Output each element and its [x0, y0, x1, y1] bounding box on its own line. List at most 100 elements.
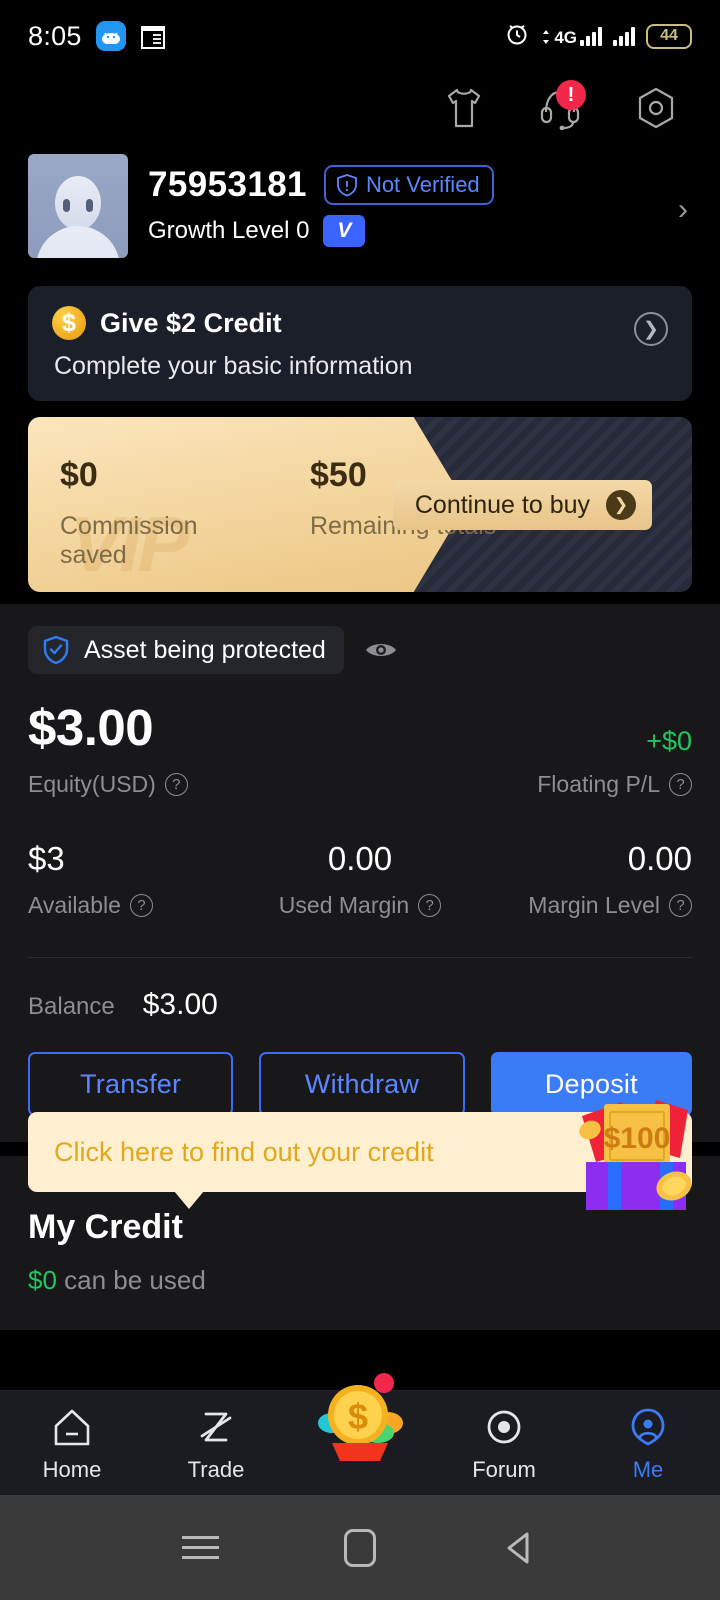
my-credit-section: Click here to find out your credit $100 … — [0, 1100, 720, 1330]
withdraw-button[interactable]: Withdraw — [259, 1052, 465, 1116]
status-time: 8:05 — [28, 20, 82, 51]
person-icon — [626, 1404, 670, 1448]
divider — [28, 957, 692, 958]
metric-value: 0.00 — [627, 840, 692, 877]
balance-value: $3.00 — [142, 988, 218, 1021]
asset-protect-row: Asset being protected — [28, 626, 692, 674]
help-icon[interactable]: ? — [418, 894, 442, 917]
status-bar-left: 8:05 — [28, 21, 166, 52]
nav-label: Home — [42, 1456, 102, 1482]
alarm-icon — [504, 21, 530, 52]
signal-4g-icon: 4G — [541, 26, 602, 47]
metric-label: Used Margin — [278, 892, 410, 918]
user-id: 75953181 — [148, 165, 307, 204]
verification-label: Not Verified — [365, 172, 480, 197]
nav-label: Me — [632, 1456, 664, 1482]
floating-pl-value: +$0 — [646, 726, 692, 756]
give-credit-title-row: $ Give $2 Credit — [52, 306, 670, 340]
svg-text:$: $ — [348, 1396, 368, 1437]
home-square-icon[interactable] — [336, 1524, 384, 1572]
nav-label: Forum — [472, 1456, 536, 1482]
metric-label-wrap: Margin Level ? — [471, 892, 692, 919]
continue-to-buy-button[interactable]: Continue to buy ❯ — [392, 479, 652, 530]
verification-status-badge[interactable]: Not Verified — [323, 165, 494, 205]
vip-badge[interactable]: V — [323, 215, 366, 247]
asset-protected-label: Asset being protected — [84, 635, 326, 664]
continue-to-buy-label: Continue to buy — [414, 490, 590, 519]
vip-stat1-value: $0 — [60, 456, 98, 494]
growth-level-label: Growth Level 0 — [148, 217, 310, 244]
home-icon — [50, 1404, 94, 1448]
shield-alert-icon — [337, 174, 357, 197]
help-icon[interactable]: ? — [129, 894, 153, 917]
vip-stat-commission: $0 Commission saved — [28, 417, 250, 570]
metric-label: Margin Level — [528, 892, 660, 918]
signal-bars-icon — [613, 26, 635, 46]
hexagon-settings-icon[interactable] — [632, 84, 680, 132]
status-bar-right: 4G 44 — [504, 21, 692, 52]
shield-check-icon — [43, 635, 69, 665]
profile-growth-row: Growth Level 0 V — [148, 215, 494, 247]
nav-label: Trade — [187, 1456, 245, 1482]
tshirt-icon[interactable] — [440, 84, 488, 132]
chevron-right-icon[interactable]: › — [678, 193, 688, 227]
floating-pl-label-wrap: Floating P/L ? — [537, 771, 692, 798]
give-credit-subtitle: Complete your basic information — [54, 352, 413, 380]
battery-icon: 44 — [646, 23, 692, 49]
vip-banner[interactable]: VIP $0 Commission saved $50 Remaining to… — [28, 417, 692, 592]
transfer-button[interactable]: Transfer — [28, 1052, 234, 1116]
metrics-row: $3 Available ? 0.00 Used Margin ? 0.00 M… — [28, 840, 692, 919]
nav-item-rewards[interactable]: $ — [288, 1372, 432, 1461]
chevron-circle-right-icon[interactable]: ❯ — [634, 312, 668, 346]
recents-icon[interactable] — [176, 1524, 224, 1572]
eye-icon[interactable] — [364, 638, 398, 662]
nav-item-forum[interactable]: Forum — [432, 1404, 576, 1483]
help-icon[interactable]: ? — [668, 894, 692, 917]
metric-used-margin: 0.00 Used Margin ? — [249, 840, 470, 919]
bottom-navigation: Home Trade $ Forum Me — [0, 1372, 720, 1495]
arrow-circle-right-icon: ❯ — [606, 489, 636, 520]
android-navigation-bar — [0, 1495, 720, 1600]
give-credit-title: Give $2 Credit — [100, 307, 282, 338]
forum-icon — [482, 1404, 526, 1448]
notepad-icon — [140, 23, 166, 50]
floating-pl-label: Floating P/L — [537, 771, 660, 797]
gift-box-icon[interactable]: $100 — [560, 1090, 710, 1218]
equity-label-row: Equity(USD) ? Floating P/L ? — [28, 771, 692, 798]
metric-margin-level: 0.00 Margin Level ? — [471, 840, 692, 919]
profile-section[interactable]: 75953181 Not Verified Growth Level 0 V › — [0, 144, 720, 276]
headset-support-icon[interactable]: ! — [536, 80, 586, 132]
balance-row: Balance $3.00 — [28, 988, 692, 1022]
svg-text:$100: $100 — [604, 1122, 671, 1155]
metric-available: $3 Available ? — [28, 840, 249, 919]
notification-badge: ! — [556, 80, 586, 110]
balance-label: Balance — [28, 993, 115, 1020]
my-credit-amount: $0 — [28, 1265, 57, 1295]
status-bar: 8:05 4G 44 — [0, 0, 720, 72]
nav-item-trade[interactable]: Trade — [144, 1404, 288, 1483]
equity-row: $3.00 +$0 — [28, 698, 692, 757]
profile-text: 75953181 Not Verified Growth Level 0 V — [148, 165, 494, 247]
network-type-label: 4G — [554, 27, 577, 47]
trade-icon — [194, 1404, 238, 1448]
my-credit-sub: $0 can be used — [28, 1265, 692, 1296]
nav-item-me[interactable]: Me — [576, 1404, 720, 1483]
metric-value: $3 — [28, 840, 65, 877]
credit-tooltip-label: Click here to find out your credit — [54, 1136, 434, 1167]
back-triangle-icon[interactable] — [496, 1524, 544, 1572]
help-icon[interactable]: ? — [669, 773, 692, 796]
asset-protected-badge: Asset being protected — [28, 626, 344, 674]
metric-value: 0.00 — [327, 840, 393, 877]
metric-label-wrap: Used Margin ? — [249, 892, 470, 919]
give-credit-card[interactable]: $ Give $2 Credit Complete your basic inf… — [28, 286, 692, 401]
vip-stat1-label: Commission saved — [60, 512, 198, 570]
my-credit-suffix: can be used — [56, 1265, 206, 1295]
metric-label-wrap: Available ? — [28, 892, 249, 919]
coin-plant-icon: $ — [308, 1365, 412, 1461]
equity-value: $3.00 — [28, 699, 154, 756]
help-icon[interactable]: ? — [164, 773, 188, 796]
android-icon — [95, 21, 126, 51]
nav-item-home[interactable]: Home — [0, 1404, 144, 1483]
dollar-coin-icon: $ — [52, 306, 86, 340]
avatar — [28, 154, 128, 258]
